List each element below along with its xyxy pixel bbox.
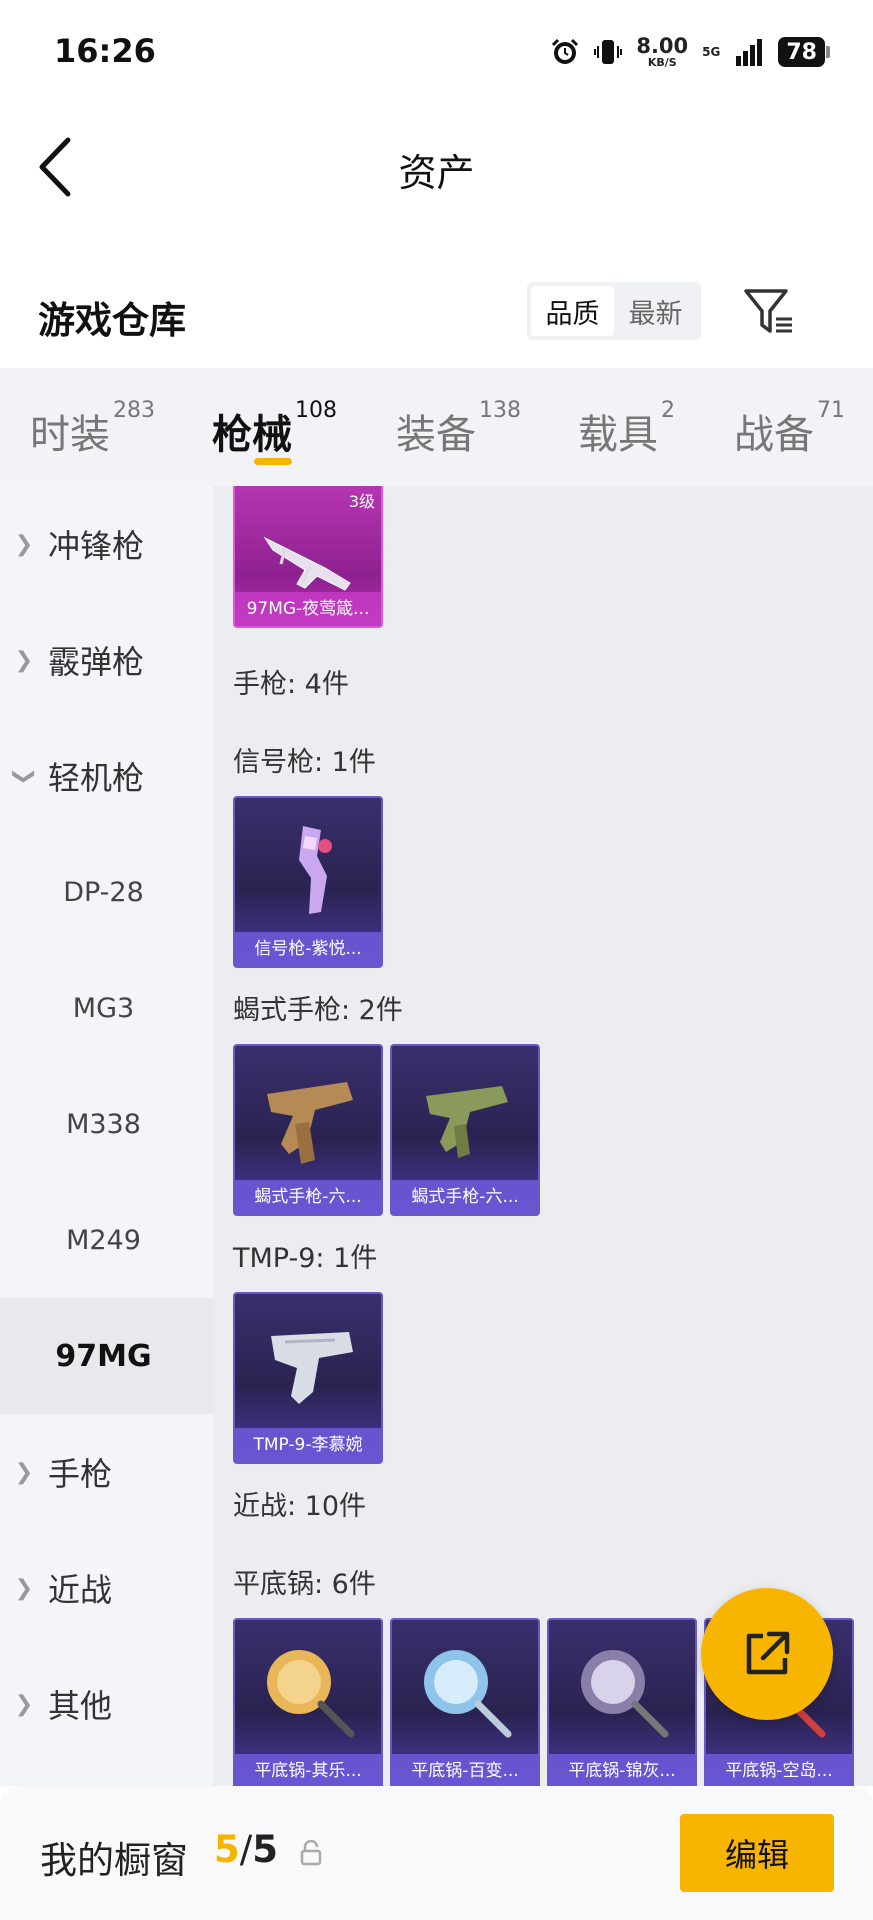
showcase-label: 我的橱窗 bbox=[40, 1839, 188, 1882]
lock-icon bbox=[300, 1840, 322, 1866]
page-title: 资产 bbox=[398, 151, 475, 195]
tab-vehicles[interactable]: 载具2 bbox=[578, 398, 675, 460]
sort-newest[interactable]: 最新 bbox=[614, 286, 697, 336]
share-button[interactable] bbox=[701, 1588, 833, 1720]
sort-quality[interactable]: 品质 bbox=[531, 286, 614, 336]
showcase-count: 5/5 bbox=[214, 1828, 278, 1871]
section-label: 平底锅: 6件 bbox=[233, 1569, 376, 1600]
sidebar-subitem-dp28[interactable]: DP-28 bbox=[0, 834, 213, 950]
tab-supplies[interactable]: 战备71 bbox=[734, 398, 845, 460]
app-header: 资产 bbox=[0, 110, 873, 220]
pistol-icon bbox=[426, 1086, 508, 1158]
showcase-separator: / bbox=[239, 1828, 253, 1871]
item-card[interactable]: 信号枪-紫悦... bbox=[233, 796, 383, 968]
item-card[interactable]: 蝎式手枪-六... bbox=[233, 1044, 383, 1216]
item-caption: 平底锅-百变... bbox=[392, 1754, 538, 1786]
sidebar-item-label: 近战 bbox=[48, 1571, 113, 1609]
chevron-right-icon: ❯ bbox=[14, 1459, 34, 1485]
item-card[interactable]: TMP-9-李慕婉 bbox=[233, 1292, 383, 1464]
sidebar-item-label: 轻机枪 bbox=[48, 759, 145, 797]
tab-count: 283 bbox=[113, 398, 155, 423]
share-external-icon bbox=[746, 1631, 790, 1675]
status-bar: 16:26 8.00 KB/S 5G 78 bbox=[0, 0, 873, 100]
section-label: TMP-9: 1件 bbox=[233, 1243, 378, 1274]
tab-weapons[interactable]: 枪械108 bbox=[212, 398, 337, 460]
tab-label: 战备 bbox=[734, 412, 814, 458]
frying-pan-icon bbox=[424, 1650, 512, 1738]
sidebar-subitem-mg3[interactable]: MG3 bbox=[0, 950, 213, 1066]
showcase-total: 5 bbox=[252, 1828, 278, 1871]
tab-count: 71 bbox=[817, 398, 845, 423]
item-caption: 平底锅-其乐... bbox=[235, 1754, 381, 1786]
tab-count: 108 bbox=[295, 398, 337, 423]
clock: 16:26 bbox=[54, 32, 156, 70]
tab-label: 装备 bbox=[396, 412, 476, 458]
sidebar-item-shotgun[interactable]: ❯ 霰弹枪 bbox=[0, 602, 213, 718]
item-caption: TMP-9-李慕婉 bbox=[235, 1428, 381, 1462]
section-label: 蝎式手枪: 2件 bbox=[233, 995, 403, 1026]
active-tab-indicator bbox=[254, 458, 292, 465]
filter-icon[interactable] bbox=[742, 285, 796, 339]
sidebar-item-label: 手枪 bbox=[48, 1455, 113, 1493]
tab-label: 枪械 bbox=[212, 412, 292, 458]
section-label: 手枪: 4件 bbox=[233, 669, 349, 700]
chevron-right-icon: ❯ bbox=[14, 531, 34, 557]
battery-indicator: 78 bbox=[778, 37, 830, 67]
sidebar-item-pistol[interactable]: ❯ 手枪 bbox=[0, 1414, 213, 1530]
smg-icon bbox=[271, 1332, 353, 1404]
section-label: 信号枪: 1件 bbox=[233, 747, 376, 778]
chevron-right-icon: ❯ bbox=[14, 1691, 34, 1717]
item-caption: 97MG-夜莺箴... bbox=[235, 592, 381, 626]
item-caption: 蝎式手枪-六... bbox=[392, 1180, 538, 1214]
showcase-current: 5 bbox=[214, 1828, 240, 1871]
chevron-right-icon: ❯ bbox=[14, 647, 34, 673]
showcase-bar: 我的橱窗 5/5 编辑 bbox=[0, 1786, 873, 1920]
chevron-right-icon: ❯ bbox=[14, 1575, 34, 1601]
alarm-icon bbox=[552, 38, 579, 64]
status-icons: 8.00 KB/S 5G 78 bbox=[550, 34, 830, 70]
pistol-icon bbox=[267, 1082, 353, 1164]
item-card[interactable]: 平底锅-锦灰... bbox=[547, 1618, 697, 1786]
section-label: 近战: 10件 bbox=[233, 1491, 367, 1522]
item-caption: 信号枪-紫悦... bbox=[235, 932, 381, 966]
frying-pan-icon bbox=[267, 1650, 355, 1738]
weapon-sidebar: ❯ 冲锋枪 ❯ 霰弹枪 ❯ 轻机枪 DP-28 MG3 M338 M249 97MG … bbox=[0, 486, 213, 1786]
sidebar-item-other[interactable]: ❯ 其他 bbox=[0, 1646, 213, 1762]
speed-unit: KB/S bbox=[647, 56, 677, 69]
sidebar-subitem-97mg[interactable]: 97MG bbox=[0, 1298, 213, 1414]
edit-button[interactable]: 编辑 bbox=[680, 1814, 834, 1892]
sidebar-item-label: 其他 bbox=[48, 1687, 113, 1725]
tab-fashion[interactable]: 时装283 bbox=[30, 398, 155, 460]
sidebar-item-label: 冲锋枪 bbox=[48, 527, 145, 565]
item-caption: 平底锅-锦灰... bbox=[549, 1754, 695, 1786]
tab-label: 时装 bbox=[30, 412, 110, 458]
item-caption: 蝎式手枪-六... bbox=[235, 1180, 381, 1214]
network-type: 5G bbox=[702, 45, 721, 59]
item-card[interactable]: 蝎式手枪-六... bbox=[390, 1044, 540, 1216]
signal-icon bbox=[736, 39, 763, 66]
sidebar-item-melee[interactable]: ❯ 近战 bbox=[0, 1530, 213, 1646]
warehouse-title: 游戏仓库 bbox=[38, 299, 186, 342]
flare-gun-icon bbox=[299, 826, 332, 914]
tab-count: 2 bbox=[661, 398, 675, 423]
tab-label: 载具 bbox=[578, 412, 658, 458]
sidebar-subitem-m249[interactable]: M249 bbox=[0, 1182, 213, 1298]
chevron-down-icon: ❯ bbox=[11, 766, 37, 786]
speed-value: 8.00 bbox=[636, 34, 689, 58]
tab-count: 138 bbox=[479, 398, 521, 423]
network-speed: 8.00 KB/S bbox=[636, 34, 689, 69]
tab-equipment[interactable]: 装备138 bbox=[396, 398, 521, 460]
sidebar-item-label: 霰弹枪 bbox=[48, 643, 145, 681]
sidebar-item-smg[interactable]: ❯ 冲锋枪 bbox=[0, 486, 213, 602]
item-card[interactable]: 平底锅-其乐... bbox=[233, 1618, 383, 1786]
sidebar-subitem-m338[interactable]: M338 bbox=[0, 1066, 213, 1182]
vibrate-icon bbox=[594, 40, 623, 64]
item-caption: 平底锅-空岛... bbox=[706, 1754, 852, 1786]
sort-toggle: 品质 最新 bbox=[527, 282, 701, 340]
item-card[interactable]: 平底锅-百变... bbox=[390, 1618, 540, 1786]
category-tabs: 时装283 枪械108 装备138 载具2 战备71 bbox=[0, 368, 873, 486]
sidebar-item-lmg[interactable]: ❯ 轻机枪 bbox=[0, 718, 213, 834]
item-card[interactable]: 3级 97MG-夜莺箴... bbox=[233, 486, 383, 628]
frying-pan-icon bbox=[581, 1650, 669, 1738]
